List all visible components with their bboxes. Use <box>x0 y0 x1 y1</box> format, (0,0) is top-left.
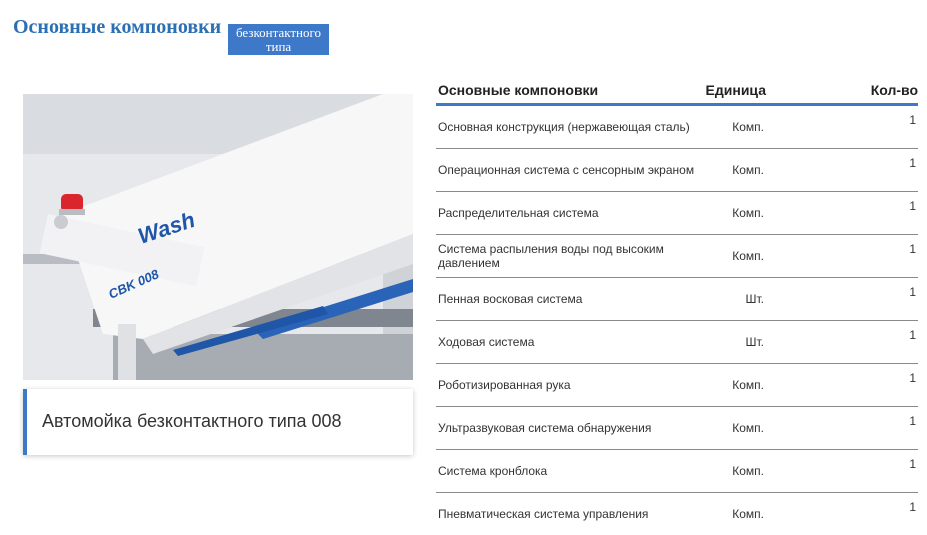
product-card[interactable]: Автомойка безконтактного типа 008 <box>23 389 413 455</box>
qty-cell: 1 <box>766 149 918 192</box>
table-row: Пенная восковая система Шт. 1 <box>436 278 918 321</box>
column-header-component: Основные компоновки <box>436 76 698 105</box>
unit-cell: Комп. <box>698 407 766 450</box>
unit-cell: Комп. <box>698 105 766 149</box>
component-cell: Основная конструкция (нержавеющая сталь) <box>436 105 698 149</box>
qty-cell: 1 <box>766 278 918 321</box>
unit-cell: Комп. <box>698 450 766 493</box>
unit-cell: Комп. <box>698 192 766 235</box>
qty-cell: 1 <box>766 493 918 535</box>
qty-cell: 1 <box>766 235 918 278</box>
table-row: Распределительная система Комп. 1 <box>436 192 918 235</box>
component-cell: Пневматическая система управления <box>436 493 698 535</box>
table-row: Пневматическая система управления Комп. … <box>436 493 918 535</box>
table-row: Система кронблока Комп. 1 <box>436 450 918 493</box>
qty-cell: 1 <box>766 192 918 235</box>
unit-cell: Комп. <box>698 364 766 407</box>
component-cell: Ходовая система <box>436 321 698 364</box>
component-cell: Роботизированная рука <box>436 364 698 407</box>
table-row: Роботизированная рука Комп. 1 <box>436 364 918 407</box>
qty-cell: 1 <box>766 321 918 364</box>
column-header-qty: Кол-во <box>766 76 918 105</box>
unit-cell: Комп. <box>698 235 766 278</box>
table-row: Ходовая система Шт. 1 <box>436 321 918 364</box>
page-title: Основные компоновки <box>13 16 221 39</box>
component-cell: Система кронблока <box>436 450 698 493</box>
product-card-title: Автомойка безконтактного типа 008 <box>42 411 342 432</box>
unit-cell: Комп. <box>698 149 766 192</box>
column-header-unit: Единица <box>698 76 766 105</box>
qty-cell: 1 <box>766 364 918 407</box>
title-badge: безконтактного типа <box>228 24 329 55</box>
table-row: Система распыления воды под высоким давл… <box>436 235 918 278</box>
unit-cell: Комп. <box>698 493 766 535</box>
component-cell: Распределительная система <box>436 192 698 235</box>
qty-cell: 1 <box>766 407 918 450</box>
component-cell: Операционная система с сенсорным экраном <box>436 149 698 192</box>
car-wash-machine-illustration: Wash CBK 008 <box>23 94 413 380</box>
qty-cell: 1 <box>766 450 918 493</box>
unit-cell: Шт. <box>698 278 766 321</box>
product-photo: Wash CBK 008 <box>23 94 413 380</box>
table-row: Основная конструкция (нержавеющая сталь)… <box>436 105 918 149</box>
component-cell: Ультразвуковая система обнаружения <box>436 407 698 450</box>
component-cell: Пенная восковая система <box>436 278 698 321</box>
table-header-row: Основные компоновки Единица Кол-во <box>436 76 918 105</box>
table-row: Ультразвуковая система обнаружения Комп.… <box>436 407 918 450</box>
components-table: Основные компоновки Единица Кол-во Основ… <box>436 76 918 535</box>
component-cell: Система распыления воды под высоким давл… <box>436 235 698 278</box>
unit-cell: Шт. <box>698 321 766 364</box>
table-row: Операционная система с сенсорным экраном… <box>436 149 918 192</box>
qty-cell: 1 <box>766 105 918 149</box>
